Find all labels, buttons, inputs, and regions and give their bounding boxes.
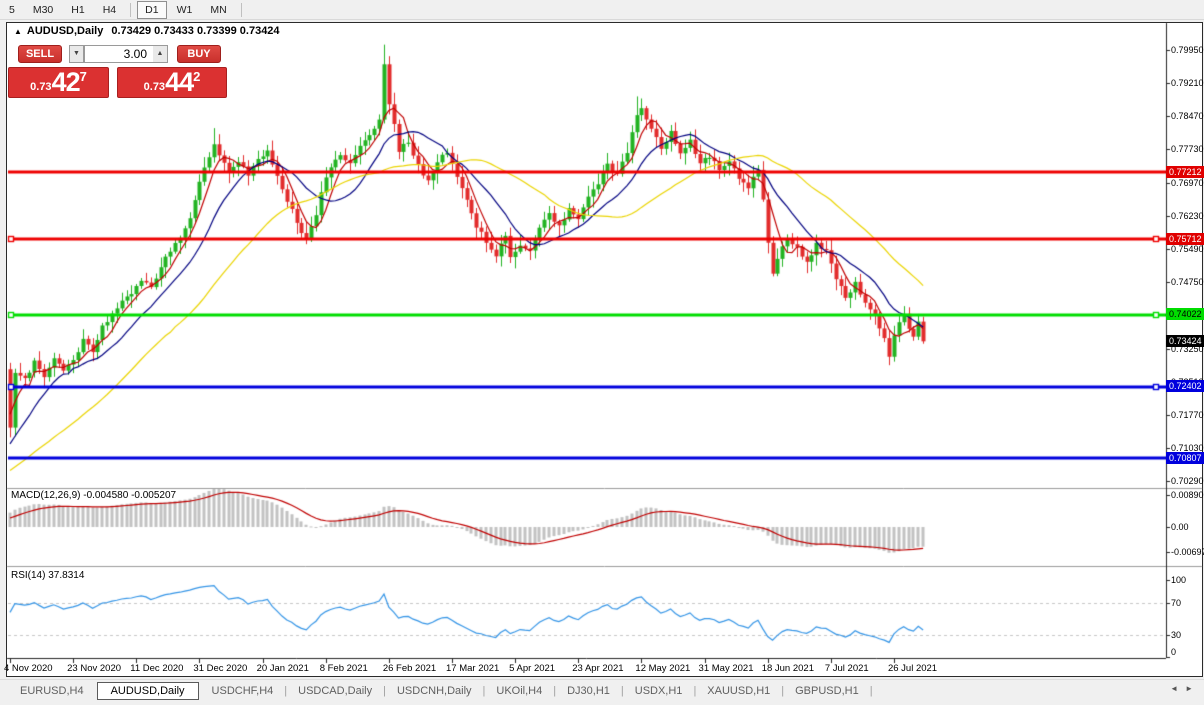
rsi-indicator-label: RSI(14) 37.8314 [11,570,85,581]
date-label: 26 Jul 2021 [887,663,938,674]
price-tick-label: 0.79950 [1171,45,1204,55]
volume-input[interactable] [84,45,153,63]
price-badge: 0.74022 [1166,308,1204,321]
price-tick-label: 0.70290 [1171,476,1204,487]
symbol-tab-audusd[interactable]: AUDUSD,Daily [96,681,199,700]
date-label: 5 Apr 2021 [509,663,556,674]
date-label: 11 Dec 2020 [130,663,184,674]
date-label: 12 May 2021 [635,663,691,674]
rsi-tick-label: 0 [1171,647,1177,657]
macd-tick-label: -0.00697 [1171,547,1204,558]
chart-canvas[interactable] [0,0,1204,705]
macd-tick-label: 0.00890 [1171,489,1204,500]
date-label: 26 Feb 2021 [382,663,437,674]
collapse-triangle-icon[interactable]: ▲ [14,27,22,36]
macd-indicator-label: MACD(12,26,9) -0.004580 -0.005207 [11,490,177,501]
rsi-tick-label: 30 [1171,629,1182,640]
price-tick-label: 0.77730 [1171,144,1204,155]
symbol-tab-ukoil[interactable]: UKOil,H4 [486,682,552,700]
date-label: 17 Mar 2021 [445,663,500,674]
chart-title: ▲ AUDUSD,Daily 0.73429 0.73433 0.73399 0.7… [14,25,280,37]
buy-price-fraction: 2 [193,69,201,84]
rsi-tick-label: 70 [1171,598,1182,609]
sell-price-fraction: 7 [79,69,87,84]
symbol-tab-usdcnh[interactable]: USDCNH,Daily [387,682,482,700]
date-label: 20 Jan 2021 [256,663,309,674]
symbol-tab-usdcad[interactable]: USDCAD,Daily [288,682,382,700]
date-label: 7 Jul 2021 [824,663,869,674]
sell-price-panel[interactable]: 0.73 42 7 [8,67,109,98]
sell-button[interactable]: SELL [18,45,62,63]
price-tick-label: 0.76230 [1171,211,1204,222]
buy-button[interactable]: BUY [177,45,221,63]
price-tick-label: 0.78470 [1171,111,1204,122]
buy-price-pips: 44 [165,67,194,97]
date-label: 4 Nov 2020 [4,663,53,674]
date-label: 23 Apr 2021 [572,663,624,674]
price-tick-label: 0.79210 [1171,78,1204,89]
price-tick-label: 0.75490 [1171,244,1204,255]
date-label: 23 Nov 2020 [67,663,122,674]
rsi-tick-label: 100 [1171,575,1187,585]
symbol-tab-gbpusd[interactable]: GBPUSD,H1 [785,682,869,700]
buy-price-prefix: 0.73 [143,81,166,93]
price-tick-label: 0.74750 [1171,277,1204,288]
buy-price-panel[interactable]: 0.73 44 2 [117,67,227,98]
sell-price-pips: 42 [51,67,81,97]
symbol-tab-eurusd[interactable]: EURUSD,H4 [10,682,94,700]
sell-price-prefix: 0.73 [30,81,52,93]
price-badge: 0.70807 [1166,451,1204,464]
symbol-tab-bar: EURUSD,H4 AUDUSD,Daily USDCHF,H4 | USDCAD,Da… [0,679,1204,701]
symbol-tab-usdchf[interactable]: USDCHF,H4 [202,682,284,700]
macd-tick-label: 0.00 [1171,522,1189,532]
price-badge: 0.77212 [1166,165,1204,178]
trading-platform: 5M30H1H4D1W1MN ▲AUDUSD,Daily0.73429 0.73… [0,0,1204,705]
price-badge: 0.73424 [1166,334,1204,347]
tab-scroll-right-icon[interactable]: ► [1185,684,1200,693]
symbol-tab-dj30[interactable]: DJ30,H1 [557,682,620,700]
price-badge: 0.75712 [1166,232,1204,245]
symbol-period-label: AUDUSD,Daily [26,25,104,37]
date-label: 31 May 2021 [698,663,754,674]
price-tick-label: 0.71770 [1171,410,1204,421]
date-label: 8 Feb 2021 [319,663,368,674]
symbol-tab-xauusd[interactable]: XAUUSD,H1 [697,682,780,700]
price-tick-label: 0.76970 [1171,178,1204,189]
volume-decrease-button[interactable]: ▼ [69,45,84,63]
tab-scroll-left-icon[interactable]: ◄ [1170,684,1185,693]
tab-scroll-arrows: ◄► [1170,684,1200,693]
tab-separator: | [869,684,873,697]
date-label: 18 Jun 2021 [761,663,814,674]
date-label: 31 Dec 2020 [193,663,248,674]
volume-increase-button[interactable]: ▲ [153,45,168,63]
ohlc-values: 0.73429 0.73433 0.73399 0.73424 [111,25,280,37]
price-badge: 0.72402 [1166,380,1204,393]
symbol-tab-usdx[interactable]: USDX,H1 [625,682,693,700]
